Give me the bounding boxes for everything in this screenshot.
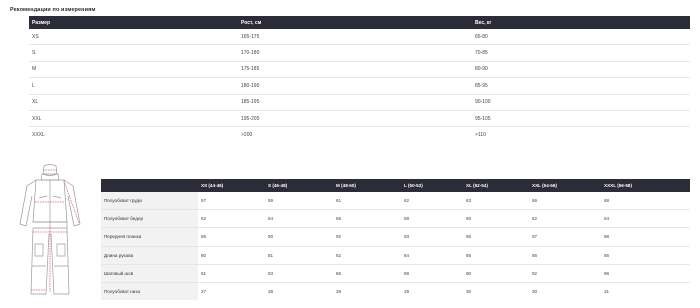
- measurement-value: 60: [463, 209, 529, 229]
- cell-height: 165-175: [238, 29, 472, 46]
- measurement-label: Шаговый шов: [101, 264, 198, 283]
- table-row: L 180-190 85-95: [29, 77, 690, 95]
- header-size-column: XL (52-54): [463, 179, 529, 192]
- cell-size: XXL: [29, 110, 238, 128]
- cell-weight: >110: [475, 132, 486, 139]
- table-row: XXXL >200 >110: [29, 127, 690, 143]
- measurement-value: 28: [268, 289, 274, 295]
- cell-weight: 90-100: [472, 94, 690, 111]
- measurement-value: 59: [265, 192, 333, 211]
- measurement-value: 66: [529, 192, 601, 211]
- measurement-value: 58: [401, 209, 463, 229]
- measurement-value: 29: [404, 289, 410, 295]
- cell-size: S: [29, 44, 238, 62]
- measurement-value: 86: [529, 246, 601, 265]
- measurement-value: 86: [601, 246, 690, 265]
- measurement-value: 85: [463, 246, 529, 265]
- table-row: M 175-185 80-90: [29, 61, 690, 79]
- measurement-value: 54: [265, 209, 333, 229]
- cell-height: 180-190: [238, 77, 472, 95]
- header-weight: Вес, кг: [472, 16, 690, 29]
- measurement-value: 61: [333, 192, 401, 211]
- measurement-value: 81: [265, 246, 333, 265]
- measurement-value: 63: [463, 192, 529, 211]
- measurement-value: 27: [201, 289, 207, 295]
- cell-height: 175-185: [238, 61, 472, 79]
- page-title: Рекомендации по измерениям: [10, 7, 96, 13]
- table-row: S 170-180 70-85: [29, 44, 690, 62]
- cell-weight: 85-95: [472, 77, 690, 95]
- measurement-label: Полуобхват низа: [101, 282, 198, 301]
- measurement-value: 83: [265, 264, 333, 283]
- header-size-column: XXXL (56-58): [601, 179, 690, 192]
- garment-measurements-table: XS (44-46) S (46-48) M (48-50) L (50-52) XL …: [101, 179, 690, 301]
- measurement-value: 90: [463, 264, 529, 283]
- header-size-column: M (48-50): [333, 179, 401, 192]
- measurement-value: 98: [601, 227, 690, 247]
- header-size-column: L (50-52): [401, 179, 463, 192]
- measurement-value: 80: [198, 246, 265, 265]
- measurement-value: 68: [601, 192, 690, 211]
- cell-weight: 80-90: [472, 61, 690, 79]
- measurement-value: 81: [198, 264, 265, 283]
- header-size-column: XS (44-46): [198, 179, 265, 192]
- cell-size: XL: [29, 94, 238, 111]
- measurement-value: 30: [466, 289, 472, 295]
- cell-size: L: [29, 77, 238, 95]
- cell-height: 170-180: [238, 44, 472, 62]
- header-height: Рост, см: [238, 16, 472, 29]
- header-corner: [101, 179, 198, 192]
- measurement-value: 56: [333, 209, 401, 229]
- cell-size: XS: [29, 29, 238, 46]
- measurement-value: 90: [265, 227, 333, 247]
- measurement-value: 52: [198, 209, 265, 229]
- measurement-label: Полуобхват бедер: [101, 209, 198, 229]
- table-row: Полуобхват бедер 52 54 56 58 60 62 64: [101, 209, 690, 229]
- cell-weight: 95-105: [472, 110, 690, 128]
- table-header-row: XS (44-46) S (46-48) M (48-50) L (50-52) XL …: [101, 179, 690, 192]
- cell-weight: 70-85: [472, 44, 690, 62]
- cell-size: XXXL: [32, 132, 45, 139]
- table-row: Полуобхват груди 57 59 61 62 63 66 68: [101, 192, 690, 211]
- measurement-value: 62: [401, 192, 463, 211]
- header-size: Размер: [29, 16, 238, 29]
- table-row: Длина рукава 80 81 82 84 85 86 86: [101, 246, 690, 265]
- measurement-value: 30: [532, 289, 538, 295]
- measurement-label: Передняя планка: [101, 227, 198, 247]
- cell-height: >200: [241, 132, 253, 139]
- table-row: Шаговый шов 81 83 86 89 90 92 96: [101, 264, 690, 283]
- table-row: XL 185-195 90-100: [29, 94, 690, 111]
- measurement-value: 86: [333, 264, 401, 283]
- measurement-value: 92: [529, 264, 601, 283]
- measurement-value: 82: [333, 246, 401, 265]
- measurement-value: 96: [601, 264, 690, 283]
- measurement-label: Длина рукава: [101, 246, 198, 265]
- cell-height: 195-205: [238, 110, 472, 128]
- measurement-value: 57: [198, 192, 265, 211]
- measurement-value: 84: [401, 246, 463, 265]
- measurement-value: 64: [601, 209, 690, 229]
- table-row: Полуобхват низа 27 28 28 29 30 30 31: [101, 282, 690, 301]
- header-size-column: S (46-48): [265, 179, 333, 192]
- cell-weight: 65-80: [472, 29, 690, 46]
- table-row: XS 165-175 65-80: [29, 29, 690, 46]
- measurement-value: 93: [401, 227, 463, 247]
- measurement-value: 96: [463, 227, 529, 247]
- table-row: Передняя планка 86 90 92 93 96 97 98: [101, 227, 690, 247]
- measurement-value: 92: [333, 227, 401, 247]
- cell-height: 185-195: [238, 94, 472, 111]
- ski-suit-measurement-diagram-icon: [19, 164, 81, 295]
- measurement-value: 97: [529, 227, 601, 247]
- table-header-row: Размер Рост, см Вес, кг: [29, 16, 690, 29]
- measurement-value: 62: [529, 209, 601, 229]
- size-recommendation-table: Размер Рост, см Вес, кг XS 165-175 65-80 S 1…: [29, 16, 690, 143]
- header-size-column: XXL (54-56): [529, 179, 601, 192]
- measurement-value: 28: [336, 289, 342, 295]
- table-row: XXL 195-205 95-105: [29, 110, 690, 128]
- measurement-label: Полуобхват груди: [101, 192, 198, 211]
- cell-size: M: [29, 61, 238, 79]
- measurement-value: 89: [401, 264, 463, 283]
- measurement-value: 86: [198, 227, 265, 247]
- measurement-value: 31: [604, 289, 610, 295]
